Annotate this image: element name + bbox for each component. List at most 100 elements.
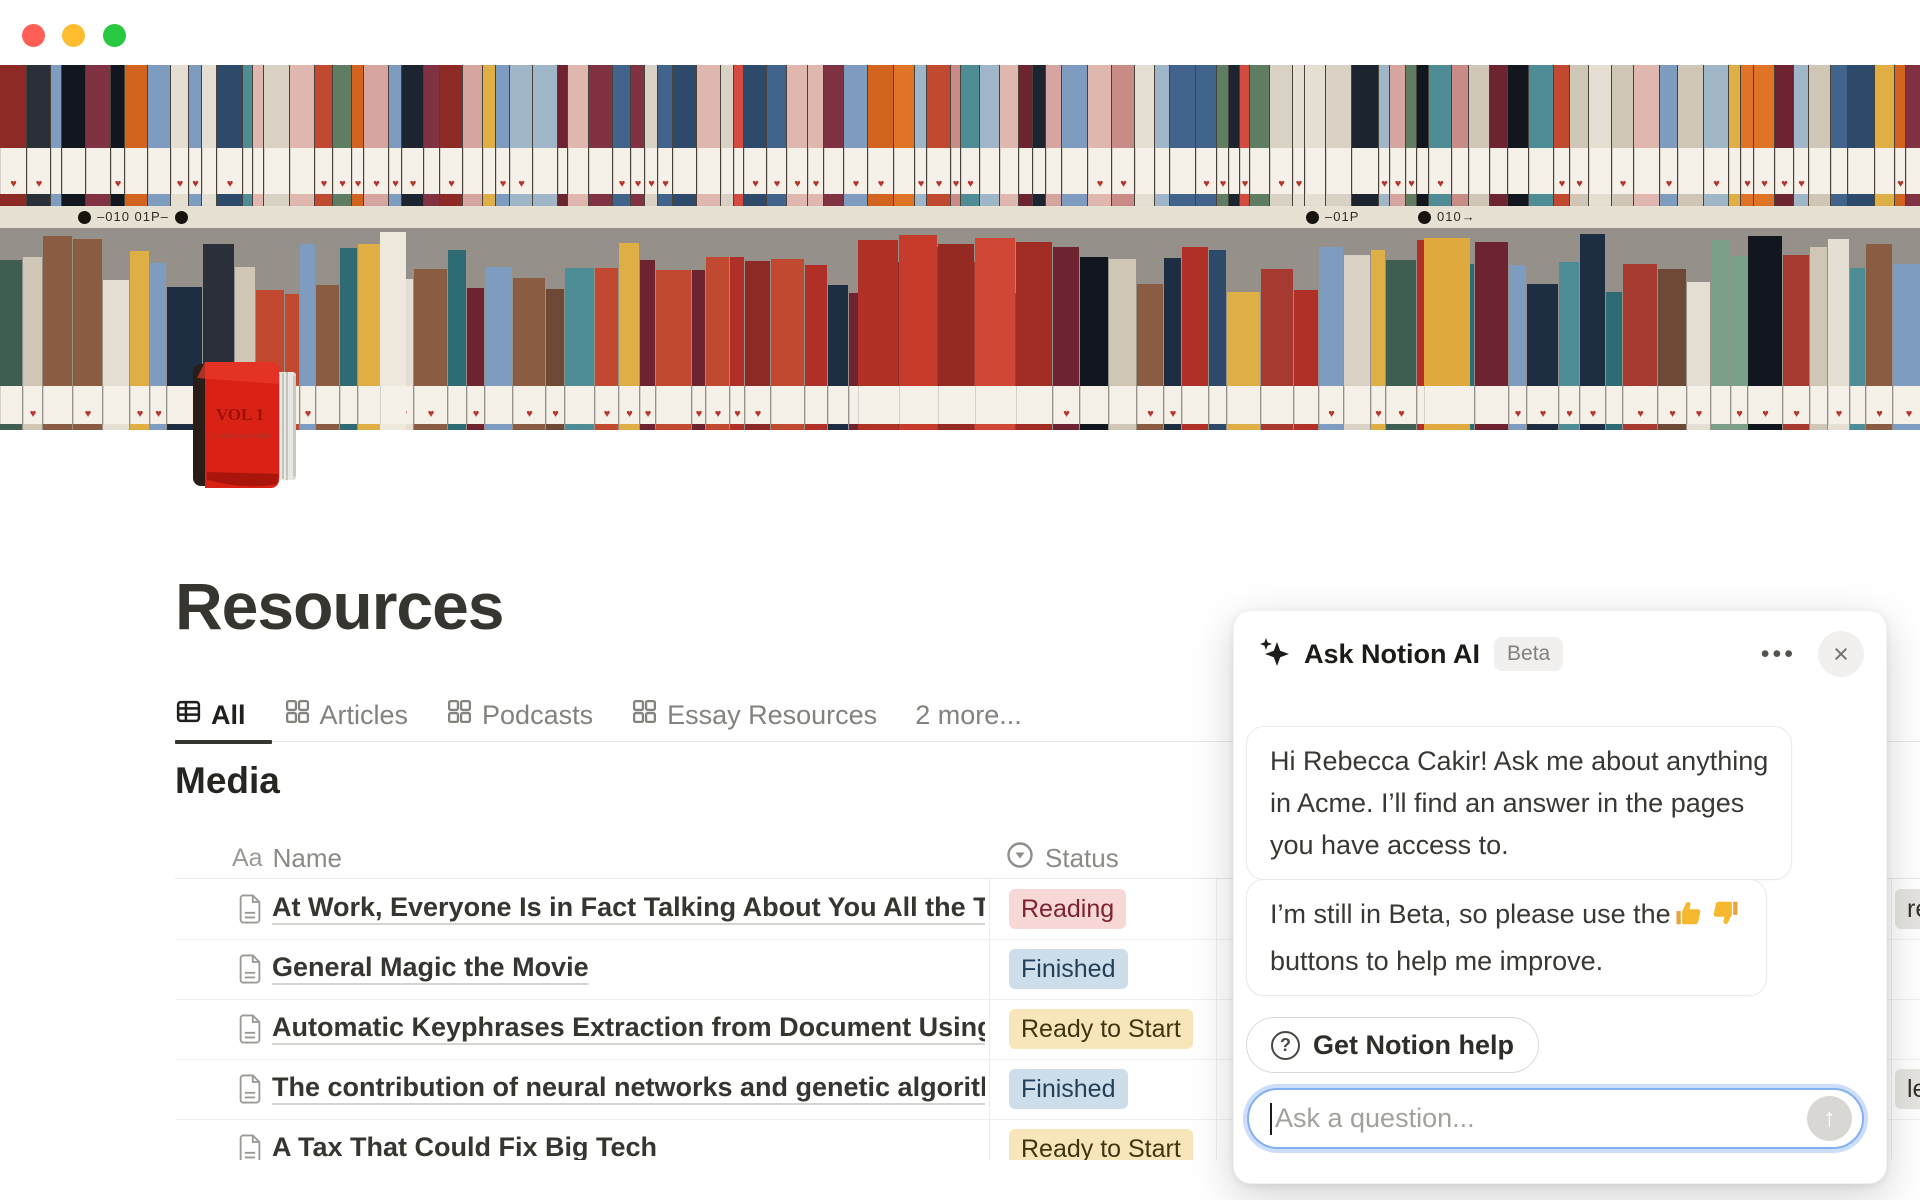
page-icon-closed-book-emoji[interactable]: VOL 1 by John Appleseed	[193, 358, 298, 492]
book-spine	[148, 65, 170, 206]
book-spine	[463, 65, 482, 206]
book-spine	[589, 65, 612, 206]
tab-podcasts[interactable]: Podcasts	[446, 698, 593, 732]
book-spine: ♥	[619, 243, 639, 430]
page-title[interactable]: Resources	[175, 568, 504, 644]
close-window-button[interactable]	[22, 24, 45, 47]
book-spine	[202, 65, 216, 206]
book-spine: ♥	[1112, 65, 1134, 206]
status-badge[interactable]: Reading	[1009, 889, 1126, 929]
tab-all[interactable]: All	[175, 698, 246, 732]
book-spine: ♥	[692, 270, 705, 430]
book-spine	[558, 65, 567, 206]
book-spine-accent	[858, 228, 1053, 430]
gallery-view-icon	[631, 698, 658, 732]
tag-chip-fragment: re	[1895, 889, 1920, 929]
book-spine: ♥	[951, 65, 960, 206]
status-badge[interactable]: Ready to Start	[1009, 1129, 1193, 1160]
row-page-title[interactable]: Automatic Keyphrases Extraction from Doc…	[272, 1012, 985, 1048]
row-page-title[interactable]: At Work, Everyone Is in Fact Talking Abo…	[272, 892, 985, 928]
page-document-icon	[238, 894, 262, 929]
book-spine: ♥	[315, 65, 332, 206]
book-spine	[1250, 65, 1269, 206]
book-spine	[253, 65, 263, 206]
input-placeholder: Ask a question...	[1275, 1103, 1807, 1134]
text-cursor	[1270, 1103, 1272, 1135]
book-spine: ♥	[1429, 65, 1451, 206]
book-spine: ♥	[1371, 250, 1385, 430]
book-spine: ♥	[73, 239, 102, 430]
book-spine: ♥	[745, 261, 770, 430]
zoom-window-button[interactable]	[103, 24, 126, 47]
book-spine	[1606, 292, 1622, 430]
book-spine	[1508, 65, 1528, 206]
book-spine	[1875, 65, 1894, 206]
column-header-status[interactable]: Status	[1005, 838, 1119, 878]
thumbs-up-icon	[1674, 898, 1704, 940]
book-spine	[1080, 257, 1108, 430]
book-spine: ♥	[915, 65, 926, 206]
more-options-button[interactable]: •••	[1761, 640, 1796, 669]
book-spine: ♥	[706, 257, 729, 430]
row-page-title[interactable]: A Tax That Could Fix Big Tech	[272, 1132, 985, 1160]
column-header-name[interactable]: Aa Name	[232, 838, 342, 878]
book-spine: ♥	[1293, 65, 1304, 206]
book-spine	[1452, 65, 1468, 206]
book-spine: ♥	[1612, 65, 1633, 206]
shelf-board: –010 01P– –01P 010→	[0, 206, 1920, 228]
book-spine: ♥	[844, 65, 867, 206]
status-badge[interactable]: Ready to Start	[1009, 1009, 1193, 1049]
book-spine: ♥	[1088, 65, 1111, 206]
book-spine: ♥	[0, 65, 26, 206]
book-spine: ♥	[1217, 65, 1228, 206]
book-spine	[86, 65, 110, 206]
ai-message-greeting: Hi Rebecca Cakir! Ask me about anything …	[1246, 726, 1792, 880]
book-spine: ♥	[927, 65, 950, 206]
book-spine: ♥	[1660, 65, 1677, 206]
tab-articles[interactable]: Articles	[284, 698, 409, 732]
book-spine	[1000, 65, 1018, 206]
minimize-window-button[interactable]	[62, 24, 85, 47]
question-mark-icon: ?	[1271, 1031, 1300, 1060]
book-spine: ♥	[808, 65, 823, 206]
book-spine: ♥	[1240, 65, 1249, 206]
row-page-title[interactable]: The contribution of neural networks and …	[272, 1072, 985, 1108]
book-spine: ♥	[1893, 264, 1920, 430]
book-spine	[62, 65, 85, 206]
ask-question-input[interactable]: Ask a question... ↑	[1247, 1088, 1864, 1149]
book-spine: ♥	[1379, 65, 1389, 206]
shelf-label-right-1: –01P	[1300, 209, 1359, 224]
book-spine: ♥	[631, 65, 644, 206]
close-ai-panel-button[interactable]: ×	[1818, 631, 1864, 677]
status-badge[interactable]: Finished	[1009, 1069, 1128, 1109]
book-spine	[43, 236, 72, 430]
book-spine: ♥	[1509, 265, 1526, 430]
book-spine: ♥	[1386, 260, 1416, 430]
book-spine: ♥	[1559, 262, 1579, 430]
shelf-label-left: –010 01P–	[72, 209, 194, 224]
page-document-icon	[238, 1134, 262, 1160]
book-spine	[1678, 65, 1703, 206]
book-spine: ♥	[613, 65, 630, 206]
tab-more-views[interactable]: 2 more...	[915, 700, 1022, 731]
book-spine: ♥	[1866, 244, 1892, 430]
book-spine: ♥	[1754, 65, 1774, 206]
book-spine	[1227, 292, 1260, 430]
book-spine	[1155, 65, 1169, 206]
book-spine	[673, 65, 696, 206]
book-spine	[697, 65, 720, 206]
status-badge[interactable]: Finished	[1009, 949, 1128, 989]
shelf-label-right-2: 010→	[1412, 209, 1476, 224]
row-page-title[interactable]: General Magic the Movie	[272, 952, 985, 988]
get-notion-help-button[interactable]: ? Get Notion help	[1246, 1017, 1539, 1073]
book-spine	[1135, 65, 1154, 206]
view-tabs: All Articles Podcasts Essay Resources 2 …	[175, 694, 1022, 736]
tab-essay-resources[interactable]: Essay Resources	[631, 698, 877, 732]
send-question-button[interactable]: ↑	[1807, 1096, 1852, 1141]
book-spine	[1831, 65, 1847, 206]
book-spine	[1850, 268, 1865, 430]
book-spine: ♥	[1580, 234, 1605, 430]
book-spine: ♥	[402, 65, 423, 206]
book-spine	[1344, 255, 1370, 430]
book-spine	[243, 65, 252, 206]
